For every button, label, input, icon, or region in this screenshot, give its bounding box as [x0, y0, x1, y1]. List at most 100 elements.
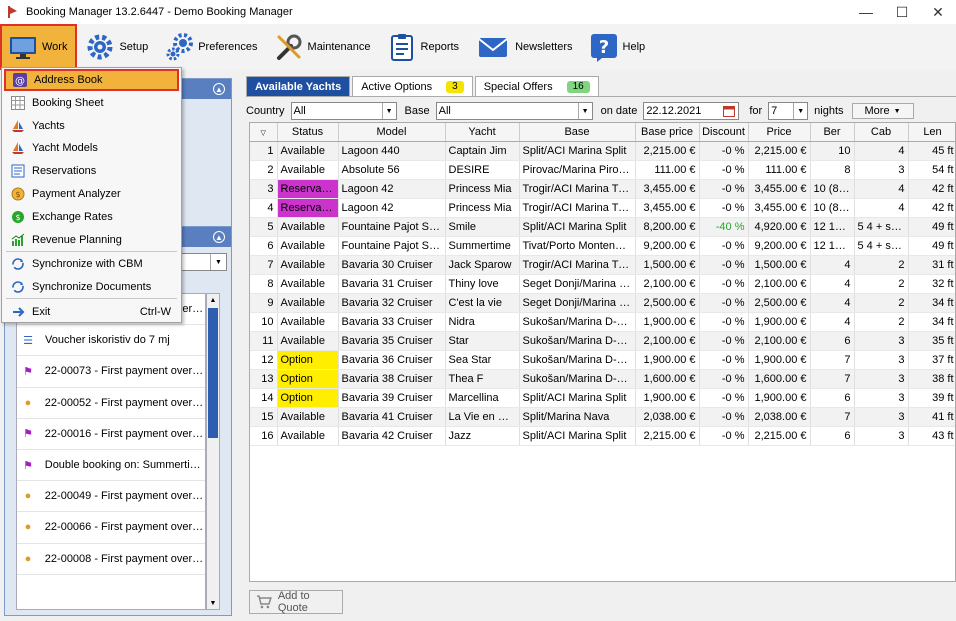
maintenance-button[interactable]: Maintenance	[268, 25, 379, 69]
nights-select[interactable]: 7 ▼	[768, 102, 809, 120]
scroll-thumb[interactable]	[208, 308, 218, 438]
menu-item-booking-sheet[interactable]: Booking Sheet	[4, 92, 179, 114]
maximize-button[interactable]: ☐	[884, 0, 920, 24]
table-cell: 6	[250, 236, 278, 256]
column-header[interactable]: Cab	[854, 123, 909, 142]
table-cell: 42 ft	[908, 179, 955, 199]
table-cell: Sukošan/Marina D-Mar...	[519, 350, 636, 370]
menu-item-label: Reservations	[32, 165, 97, 178]
menu-item-synchronize-documents[interactable]: Synchronize Documents	[4, 276, 179, 298]
table-row[interactable]: 3 Reservation Lagoon 42 Princess Mia Trogir/…	[250, 179, 955, 199]
add-to-quote-button[interactable]: Add to Quote	[249, 590, 343, 614]
table-row[interactable]: 8 Available Bavaria 31 Cruiser Thiny love Se…	[250, 274, 955, 294]
calendar-icon[interactable]	[723, 105, 736, 117]
tab-special-offers[interactable]: Special Offers 16	[474, 76, 599, 96]
table-row[interactable]: 16 Available Bavaria 42 Cruiser Jazz Split/A…	[250, 426, 955, 446]
table-cell: DESIRE	[445, 160, 520, 180]
menu-item-exit[interactable]: Exit Ctrl-W	[4, 301, 179, 323]
column-header[interactable]: Base	[519, 123, 636, 142]
task-item[interactable]: ● 22-00052 - First payment overd...	[17, 388, 205, 419]
collapse-tasks-button[interactable]: ▲	[213, 231, 225, 243]
column-header[interactable]: Len	[908, 123, 955, 142]
table-row[interactable]: 10 Available Bavaria 33 Cruiser Nidra Sukoša…	[250, 312, 955, 332]
table-row[interactable]: 1 Available Lagoon 440 Captain Jim Split/ACI…	[250, 141, 955, 161]
chevron-down-icon: ▼	[893, 107, 901, 115]
column-header[interactable]: Model	[338, 123, 446, 142]
table-cell: 10 (8+2)	[810, 179, 855, 199]
menu-item-yachts[interactable]: Yachts	[4, 115, 179, 137]
reports-button[interactable]: Reports	[381, 25, 468, 69]
table-cell: 3	[854, 350, 909, 370]
work-button[interactable]: Work	[0, 24, 78, 70]
sailboat-icon	[10, 118, 26, 134]
base-select[interactable]: All ▼	[435, 102, 593, 120]
menu-item-exchange-rates[interactable]: $ Exchange Rates	[4, 206, 179, 228]
table-cell: 2,215.00 €	[748, 426, 811, 446]
table-cell: Bavaria 35 Cruiser	[338, 331, 446, 351]
task-item[interactable]: ⚑ 22-00016 - First payment overd...	[17, 419, 205, 450]
for-label: for	[749, 105, 763, 117]
table-cell: Sea Star	[445, 350, 520, 370]
column-header[interactable]: Price	[748, 123, 811, 142]
menu-item-synchronize-with-cbm[interactable]: Synchronize with CBM	[4, 253, 179, 275]
task-text: 22-00052 - First payment overd...	[44, 396, 205, 409]
country-select[interactable]: All ▼	[290, 102, 397, 120]
coins-icon: $	[10, 186, 26, 202]
menu-item-revenue-planning[interactable]: Revenue Planning	[4, 229, 179, 251]
column-header[interactable]: Discount	[699, 123, 749, 142]
minimize-button[interactable]: —	[848, 0, 884, 24]
task-list-scrollbar[interactable]: ▲ ▼	[206, 293, 220, 610]
table-cell: Pirovac/Marina Pirovac	[519, 160, 636, 180]
table-row[interactable]: 14 Option Bavaria 39 Cruiser Marcellina Spli…	[250, 388, 955, 408]
task-item[interactable]: ⚑ 22-00073 - First payment overd...	[17, 356, 205, 388]
column-header[interactable]: Ber	[810, 123, 855, 142]
preferences-button[interactable]: Preferences	[158, 25, 265, 69]
task-item[interactable]: ● 22-00008 - First payment overd...	[17, 544, 205, 575]
date-input[interactable]: 22.12.2021	[643, 102, 740, 120]
table-cell: 3	[854, 407, 909, 427]
table-cell: 8,200.00 €	[635, 217, 700, 237]
task-item[interactable]: ☰ Voucher iskoristiv do 7 mj	[17, 325, 205, 357]
column-header[interactable]: Base price	[635, 123, 700, 142]
scroll-up-icon[interactable]: ▲	[207, 294, 219, 306]
table-row[interactable]: 5 Available Fountaine Pajot SAB... Smile Spl…	[250, 217, 955, 237]
column-header[interactable]: Status	[277, 123, 339, 142]
maintenance-label: Maintenance	[307, 41, 371, 53]
table-cell: 4	[810, 274, 855, 294]
close-button[interactable]: ✕	[920, 0, 956, 24]
setup-button[interactable]: Setup	[79, 25, 156, 69]
table-row[interactable]: 2 Available Absolute 56 DESIRE Pirovac/Marin…	[250, 160, 955, 180]
table-row[interactable]: 15 Available Bavaria 41 Cruiser La Vie en R…	[250, 407, 955, 427]
table-cell: Lagoon 440	[338, 141, 446, 161]
table-row[interactable]: 12 Option Bavaria 36 Cruiser Sea Star Sukoša…	[250, 350, 955, 370]
table-row[interactable]: 11 Available Bavaria 35 Cruiser Star Sukošan…	[250, 331, 955, 351]
menu-item-address-book[interactable]: @ Address Book	[4, 69, 179, 91]
column-header[interactable]: ▽	[250, 123, 278, 142]
help-button[interactable]: ? Help	[583, 25, 654, 69]
table-cell: Seget Donji/Marina Ba...	[519, 293, 636, 313]
table-cell: -0 %	[699, 141, 749, 161]
table-row[interactable]: 7 Available Bavaria 30 Cruiser Jack Sparow T…	[250, 255, 955, 275]
table-row[interactable]: 9 Available Bavaria 32 Cruiser C'est la vie…	[250, 293, 955, 313]
table-row[interactable]: 13 Option Bavaria 38 Cruiser Thea F Sukošan/…	[250, 369, 955, 389]
tab-available-yachts[interactable]: Available Yachts	[246, 76, 351, 96]
column-header[interactable]: Yacht	[445, 123, 520, 142]
tab-active-options[interactable]: Active Options 3	[352, 76, 473, 96]
menu-item-reservations[interactable]: Reservations	[4, 160, 179, 182]
scroll-down-icon[interactable]: ▼	[207, 597, 219, 609]
table-cell: 3,455.00 €	[748, 179, 811, 199]
table-row[interactable]: 6 Available Fountaine Pajot SAB... Summerti…	[250, 236, 955, 256]
task-item[interactable]: ● 22-00049 - First payment overd...	[17, 481, 205, 513]
table-cell: 31 ft	[908, 255, 955, 275]
menu-item-payment-analyzer[interactable]: $ Payment Analyzer	[4, 183, 179, 205]
newsletters-button[interactable]: Newsletters	[469, 25, 580, 69]
table-cell: Lagoon 42	[338, 198, 446, 218]
menu-item-yacht-models[interactable]: Yacht Models	[4, 137, 179, 159]
table-cell: 6	[810, 331, 855, 351]
collapse-top-button[interactable]: ▲	[213, 83, 225, 95]
task-item[interactable]: ● 22-00066 - First payment overd...	[17, 512, 205, 544]
table-cell: 3	[854, 160, 909, 180]
more-button[interactable]: More ▼	[851, 103, 914, 119]
task-item[interactable]: ⚑ Double booking on: Summertim...	[17, 450, 205, 482]
table-row[interactable]: 4 Reservation Lagoon 42 Princess Mia Trogir/…	[250, 198, 955, 218]
